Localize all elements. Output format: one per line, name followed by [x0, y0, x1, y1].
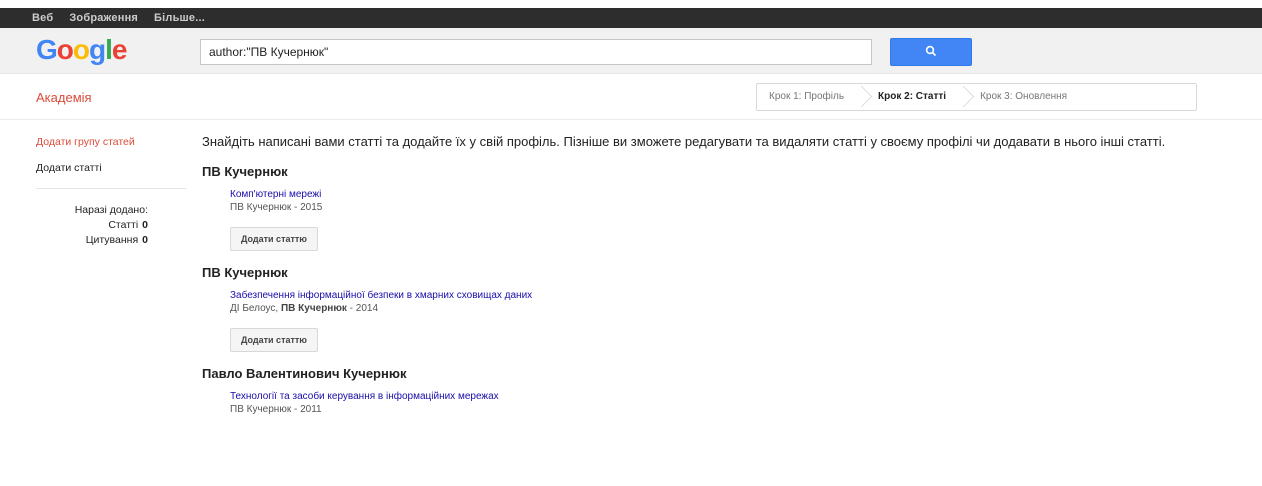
- article-group: Павло Валентинович Кучернюк Технології т…: [202, 366, 1212, 415]
- sidebar-divider: [36, 188, 186, 189]
- author-heading: Павло Валентинович Кучернюк: [202, 366, 407, 381]
- article-item: Технології та засоби керування в інформа…: [230, 391, 1212, 415]
- sub-header: Академія Крок 1: Профіль Крок 2: Статті …: [0, 74, 1262, 120]
- article-title-link[interactable]: Забезпечення інформаційної безпеки в хма…: [230, 290, 1212, 301]
- stats-summary: Наразі додано: Статті 0 Цитування 0: [36, 203, 148, 248]
- step-updates: Крок 3: Оновлення: [980, 91, 1068, 102]
- article-group: ПВ Кучернюк Забезпечення інформаційної б…: [202, 265, 1212, 352]
- article-meta-author: ПВ Кучернюк: [280, 303, 347, 314]
- article-meta-rest: ПВ Кучернюк - 2011: [230, 404, 322, 415]
- articles-stat: Статті 0: [36, 218, 148, 233]
- add-article-group-link[interactable]: Додати групу статей: [36, 136, 186, 148]
- nav-more[interactable]: Більше...: [154, 12, 205, 24]
- article-meta: ПВ Кучернюк - 2011: [230, 404, 1212, 415]
- article-item: Комп'ютерні мережі ПВ Кучернюк - 2015: [230, 189, 1212, 213]
- nav-images[interactable]: Зображення: [69, 12, 138, 24]
- search-icon: [925, 45, 937, 60]
- step-articles: Крок 2: Статті: [878, 91, 947, 102]
- main-content: Знайдіть написані вами статті та додайте…: [202, 134, 1212, 429]
- step-separator: [958, 84, 968, 110]
- citations-stat: Цитування 0: [36, 233, 148, 248]
- article-meta-rest: ПВ Кучернюк - 2015: [230, 202, 323, 213]
- search-header: Google: [0, 28, 1262, 74]
- citations-stat-label: Цитування: [85, 234, 139, 246]
- stats-label: Наразі додано:: [74, 204, 148, 216]
- sidebar: Додати групу статей Додати статті Наразі…: [36, 136, 186, 248]
- article-item: Забезпечення інформаційної безпеки в хма…: [230, 290, 1212, 314]
- article-group: ПВ Кучернюк Комп'ютерні мережі ПВ Кучерн…: [202, 164, 1212, 251]
- section-title[interactable]: Академія: [36, 90, 92, 105]
- article-meta: ПВ Кучернюк - 2015: [230, 202, 1212, 213]
- article-title-link[interactable]: Комп'ютерні мережі: [230, 189, 1212, 200]
- intro-text: Знайдіть написані вами статті та додайте…: [202, 134, 1166, 149]
- top-nav-bar: Веб Зображення Більше...: [0, 8, 1262, 28]
- step-indicator: Крок 1: Профіль Крок 2: Статті Крок 3: О…: [756, 83, 1197, 111]
- google-logo[interactable]: Google: [36, 34, 127, 66]
- add-articles-link[interactable]: Додати статті: [36, 162, 186, 174]
- citations-count: 0: [142, 234, 148, 246]
- article-meta-rest: - 2014: [346, 303, 379, 314]
- search-input[interactable]: [200, 39, 872, 65]
- step-profile: Крок 1: Профіль: [769, 91, 845, 102]
- add-article-button[interactable]: Додати статтю: [230, 227, 318, 251]
- nav-web[interactable]: Веб: [32, 12, 53, 24]
- search-button[interactable]: [890, 38, 972, 66]
- author-heading: ПВ Кучернюк: [202, 265, 288, 280]
- article-meta-prefix: ДІ Белоус,: [230, 303, 281, 314]
- article-meta: ДІ Белоус, ПВ Кучернюк - 2014: [230, 303, 1212, 314]
- article-title-link[interactable]: Технології та засоби керування в інформа…: [230, 391, 1212, 402]
- step-separator: [856, 84, 866, 110]
- articles-stat-label: Статті: [108, 219, 139, 231]
- author-heading: ПВ Кучернюк: [202, 164, 288, 179]
- articles-count: 0: [142, 219, 148, 231]
- add-article-button[interactable]: Додати статтю: [230, 328, 318, 352]
